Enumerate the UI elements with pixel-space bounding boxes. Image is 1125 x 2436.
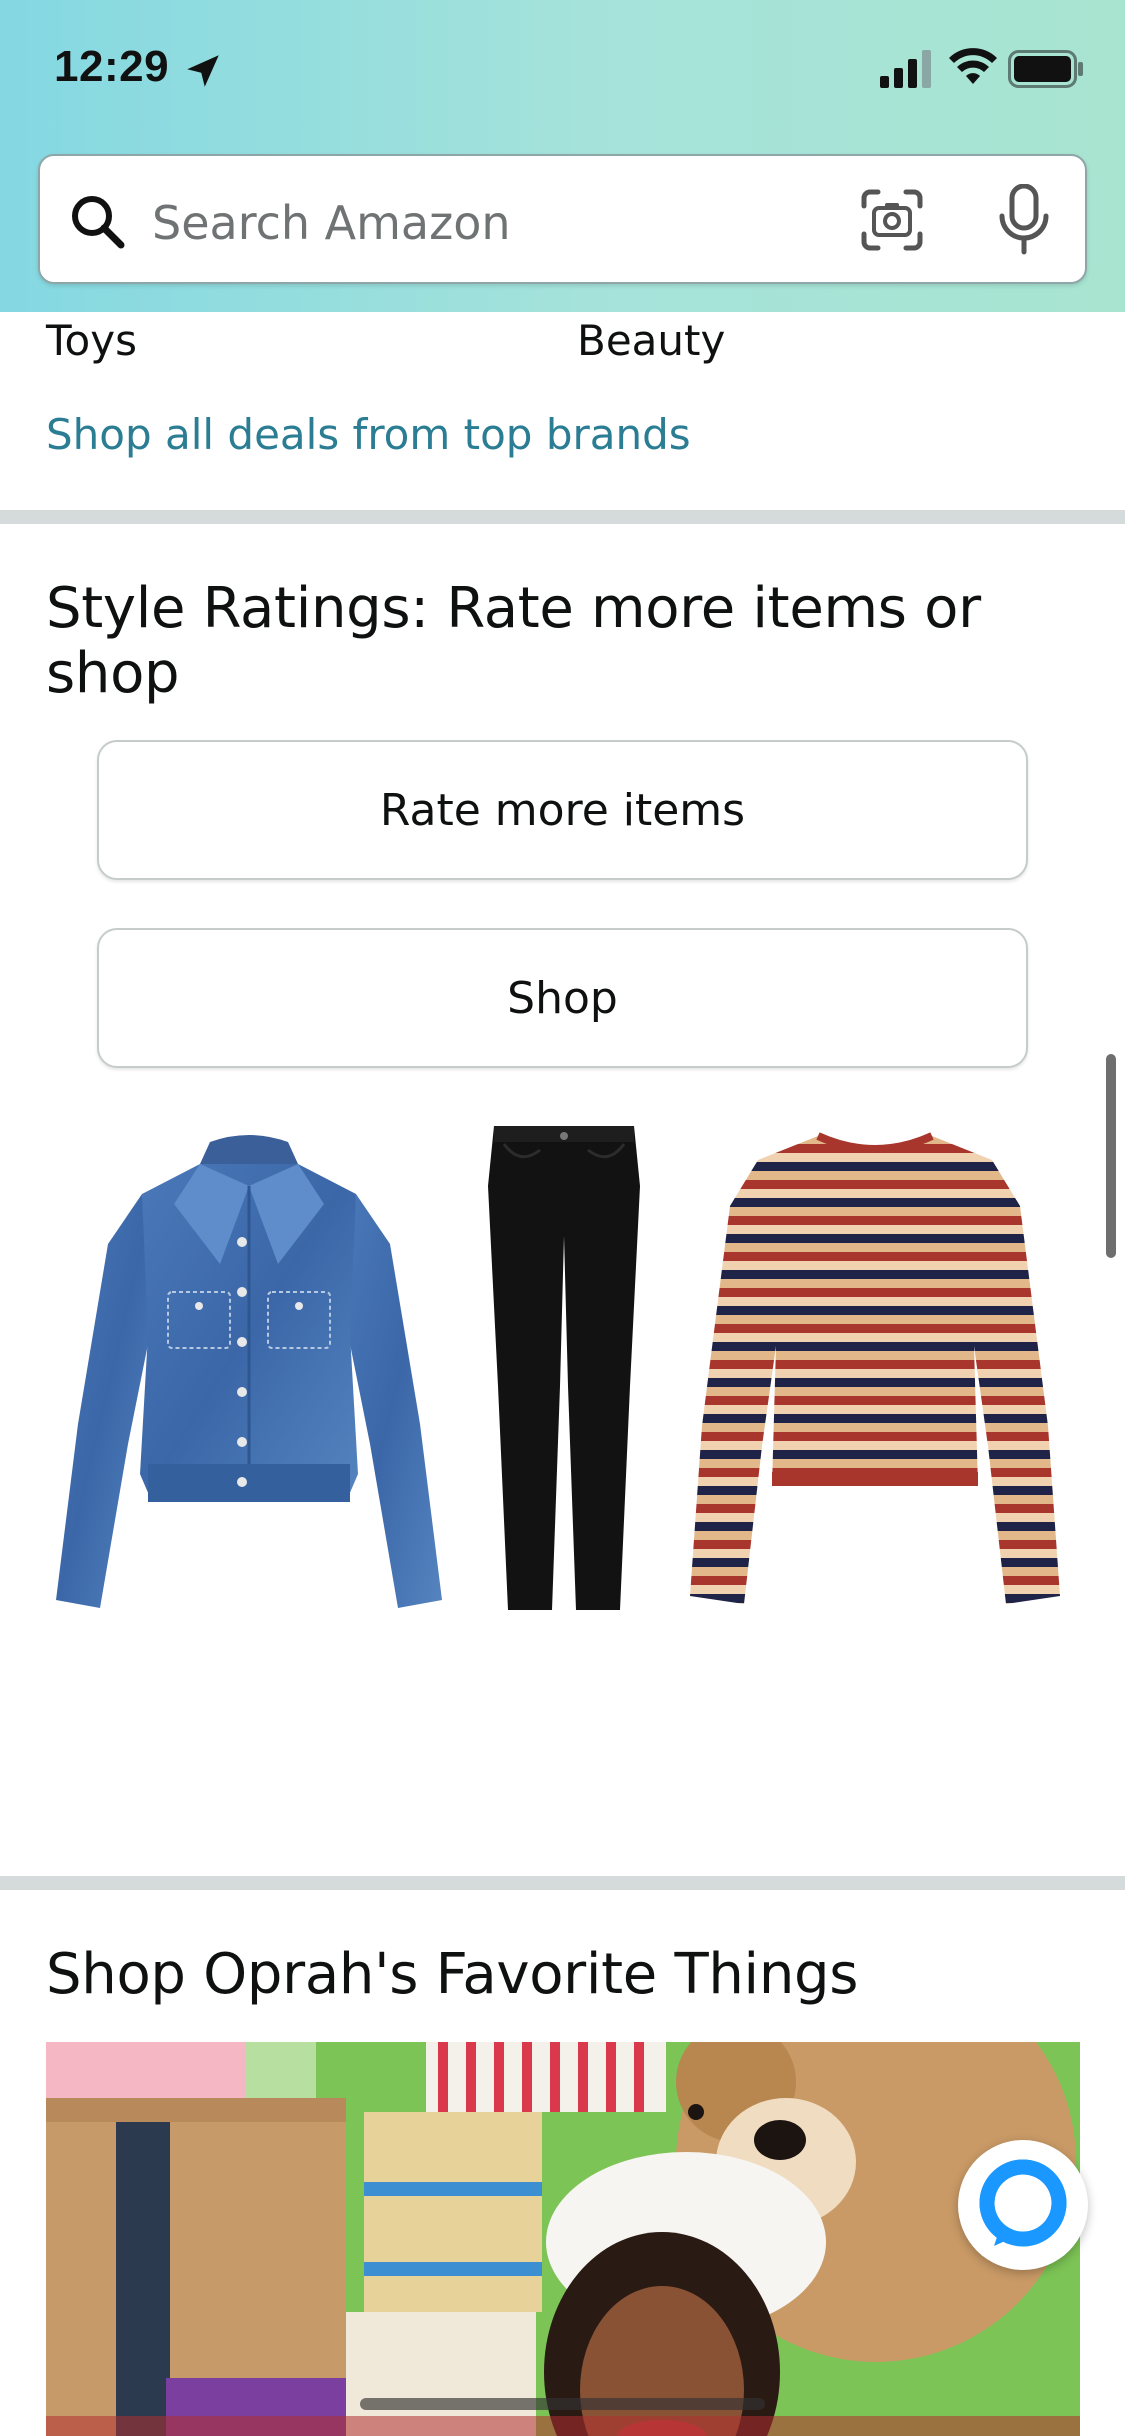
home-indicator[interactable] <box>360 2398 765 2410</box>
search-icon <box>72 196 125 249</box>
section-divider <box>0 1876 1125 1890</box>
section-divider <box>0 510 1125 524</box>
oprah-section-title: Shop Oprah's Favorite Things <box>46 1942 859 2007</box>
deal-category-beauty[interactable]: Beauty <box>577 316 725 365</box>
shop-button[interactable]: Shop <box>97 928 1028 1068</box>
oprah-banner-illustration <box>46 2042 1080 2436</box>
app-header: 12:29 Search Amazon <box>0 0 1125 312</box>
status-time: 12:29 <box>54 42 170 91</box>
battery-icon <box>1008 50 1083 88</box>
alexa-button[interactable] <box>958 2140 1088 2270</box>
location-arrow-icon <box>187 55 219 87</box>
microphone-icon[interactable] <box>996 184 1052 256</box>
camera-scan-icon[interactable] <box>860 188 924 252</box>
shop-all-deals-link[interactable]: Shop all deals from top brands <box>46 410 691 459</box>
search-input[interactable]: Search Amazon <box>152 196 511 250</box>
alexa-icon <box>979 2159 1067 2247</box>
oprah-favorites-banner[interactable] <box>46 2042 1080 2436</box>
search-bar[interactable]: Search Amazon <box>38 154 1087 284</box>
striped-top-image[interactable] <box>688 1126 1062 1610</box>
cellular-signal-icon <box>880 50 931 88</box>
denim-jacket-image[interactable] <box>50 1124 448 1614</box>
scrollbar[interactable] <box>1106 1054 1116 1258</box>
deal-category-toys[interactable]: Toys <box>46 316 137 365</box>
style-ratings-title: Style Ratings: Rate more items or shop <box>46 576 981 706</box>
black-jeans-image[interactable] <box>480 1126 648 1614</box>
wifi-icon <box>949 48 997 84</box>
rate-more-items-button[interactable]: Rate more items <box>97 740 1028 880</box>
